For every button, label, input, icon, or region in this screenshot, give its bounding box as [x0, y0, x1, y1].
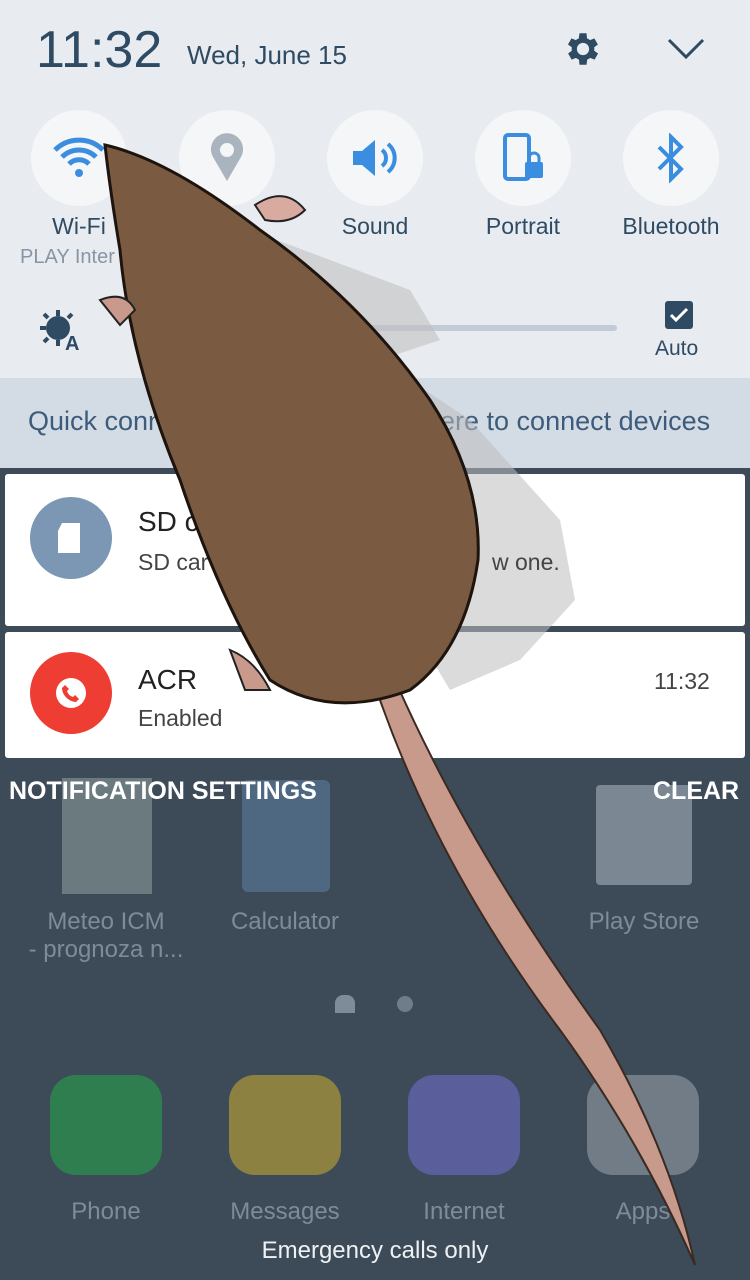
- rat-tail: [378, 678, 696, 1266]
- rat-overlay: [98, 143, 696, 1266]
- rat-body: [103, 143, 480, 705]
- sd-card-text-end: w one.: [492, 549, 560, 575]
- rat-ear: [253, 195, 307, 223]
